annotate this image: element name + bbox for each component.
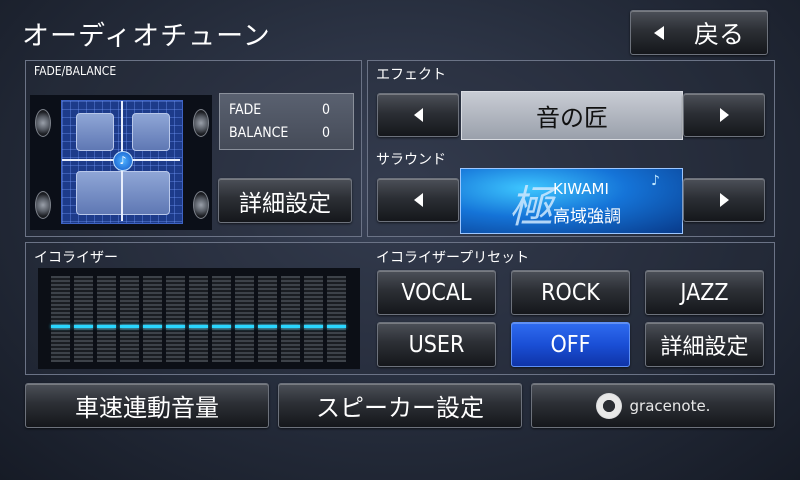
speaker-front-right-icon <box>193 109 209 137</box>
effect-value-display: 音の匠 <box>461 91 683 140</box>
music-note-icon: ♪ <box>113 151 133 171</box>
eq-band-level-marker <box>304 325 323 328</box>
effect-value: 音の匠 <box>536 104 608 132</box>
eq-band-level-marker <box>258 325 277 328</box>
balance-label: BALANCE <box>229 125 289 141</box>
preset-vocal-button[interactable]: VOCAL <box>377 270 496 315</box>
triangle-left-icon <box>413 193 423 207</box>
kiwami-subtitle: 高域強調 <box>553 207 621 227</box>
fade-balance-readout: FADE 0 BALANCE 0 <box>219 93 354 150</box>
kiwami-title: KIWAMI <box>553 180 609 198</box>
eq-band-8[interactable] <box>212 276 231 362</box>
eq-band-12[interactable] <box>304 276 323 362</box>
eq-band-level-marker <box>327 325 346 328</box>
eq-band-level-marker <box>51 325 70 328</box>
eq-band-level-marker <box>281 325 300 328</box>
eq-band-level-marker <box>97 325 116 328</box>
effect-next-button[interactable] <box>683 93 765 137</box>
speaker-setting-button[interactable]: スピーカー設定 <box>278 383 522 428</box>
page-title: オーディオチューン <box>22 21 271 52</box>
eq-band-level-marker <box>166 325 185 328</box>
eq-band-13[interactable] <box>327 276 346 362</box>
back-button[interactable]: 戻る <box>630 10 768 55</box>
eq-band-level-marker <box>120 325 139 328</box>
speaker-front-left-icon <box>35 109 51 137</box>
fade-balance-label: FADE/BALANCE <box>34 64 117 78</box>
gracenote-button[interactable]: gracenote. <box>531 383 775 428</box>
preset-jazz-button[interactable]: JAZZ <box>645 270 764 315</box>
fade-balance-grid[interactable]: ♪ <box>30 95 212 230</box>
eq-band-level-marker <box>74 325 93 328</box>
surround-prev-button[interactable] <box>377 178 459 222</box>
eq-band-5[interactable] <box>143 276 162 362</box>
surround-next-button[interactable] <box>683 178 765 222</box>
triangle-right-icon <box>719 193 729 207</box>
eq-band-11[interactable] <box>281 276 300 362</box>
equalizer-label: イコライザー <box>34 250 118 266</box>
gracenote-label: gracenote. <box>629 396 711 415</box>
preset-user-button[interactable]: USER <box>377 322 496 367</box>
balance-value: 0 <box>322 125 331 141</box>
eq-band-4[interactable] <box>120 276 139 362</box>
triangle-left-icon <box>653 25 664 40</box>
eq-band-10[interactable] <box>258 276 277 362</box>
effect-label: エフェクト <box>376 67 446 83</box>
speaker-rear-left-icon <box>35 191 51 219</box>
back-button-label: 戻る <box>693 19 744 49</box>
seat-rear <box>76 171 170 215</box>
eq-band-6[interactable] <box>166 276 185 362</box>
gracenote-logo-icon <box>595 392 622 419</box>
eq-band-7[interactable] <box>189 276 208 362</box>
kiwami-logo-glyph: 極 <box>509 182 553 233</box>
seat-front-left <box>76 113 114 151</box>
effect-prev-button[interactable] <box>377 93 459 137</box>
seat-front-right <box>132 113 170 151</box>
speed-volume-button[interactable]: 車速連動音量 <box>25 383 269 428</box>
eq-band-2[interactable] <box>74 276 93 362</box>
fade-value: 0 <box>322 102 331 118</box>
eq-band-level-marker <box>235 325 254 328</box>
preset-rock-button[interactable]: ROCK <box>511 270 630 315</box>
preset-off-button[interactable]: OFF <box>511 322 630 367</box>
equalizer-graph[interactable] <box>38 268 360 369</box>
music-note-decoration-icon: ♪ <box>651 173 660 189</box>
triangle-right-icon <box>719 108 729 122</box>
triangle-left-icon <box>413 108 423 122</box>
preset-detail-button[interactable]: 詳細設定 <box>645 322 764 367</box>
fade-balance-detail-button[interactable]: 詳細設定 <box>218 178 352 223</box>
surround-kiwami-badge: 極 KIWAMI 高域強調 ♪ <box>460 168 683 234</box>
fade-label: FADE <box>229 102 262 118</box>
eq-band-level-marker <box>143 325 162 328</box>
surround-label: サラウンド <box>376 152 446 168</box>
eq-band-level-marker <box>189 325 208 328</box>
preset-label: イコライザープリセット <box>376 250 530 266</box>
eq-band-level-marker <box>212 325 231 328</box>
eq-band-3[interactable] <box>97 276 116 362</box>
speaker-rear-right-icon <box>193 191 209 219</box>
eq-band-9[interactable] <box>235 276 254 362</box>
fade-balance-field: ♪ <box>61 100 183 224</box>
eq-band-1[interactable] <box>51 276 70 362</box>
